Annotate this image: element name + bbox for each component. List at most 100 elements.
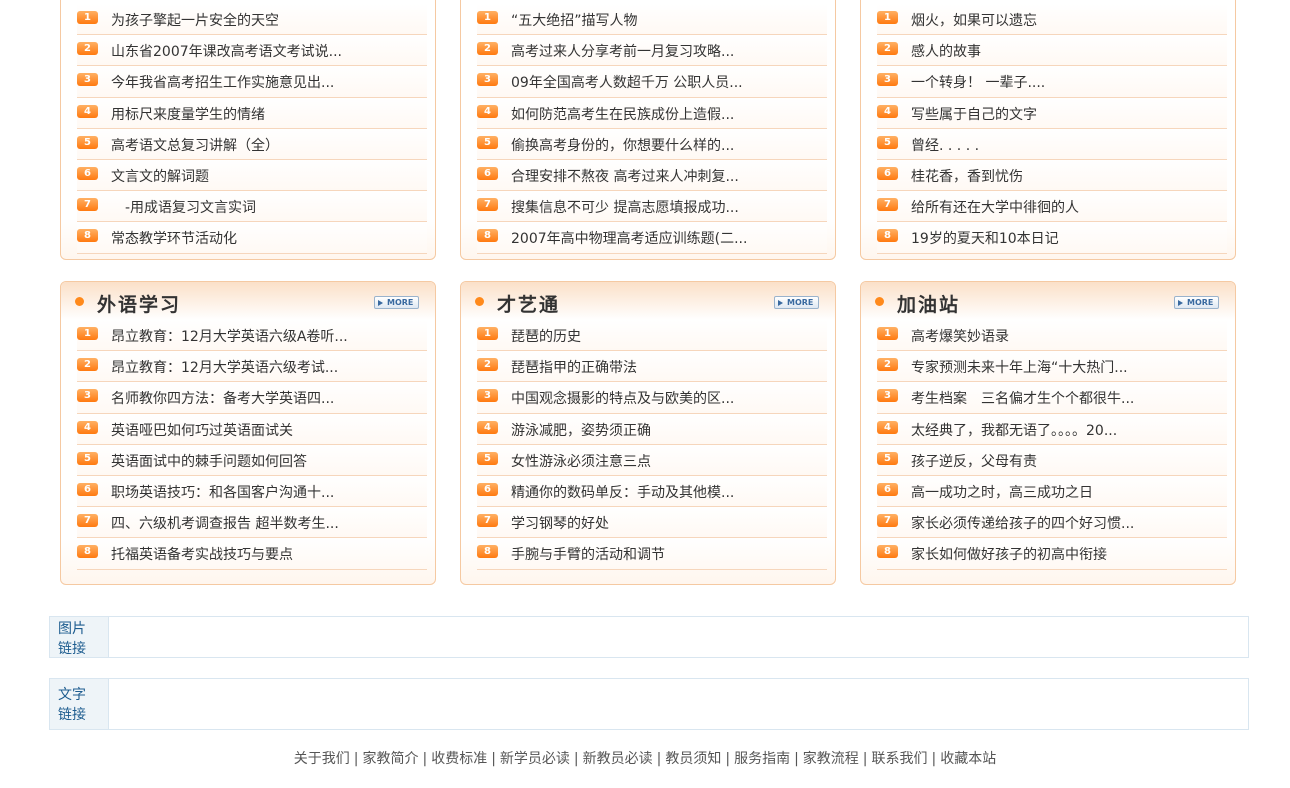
list-item[interactable]: 3 名师教你四方法：备考大学英语四... xyxy=(77,382,427,414)
article-link[interactable]: 游泳减肥，姿势须正确 xyxy=(511,420,651,440)
list-item[interactable]: 8 2007年高中物理高考适应训练题(二... xyxy=(477,222,827,254)
list-item[interactable]: 1 烟火，如果可以遗忘 xyxy=(877,4,1227,36)
list-item[interactable]: 6 精通你的数码单反：手动及其他模... xyxy=(477,475,827,508)
article-link[interactable]: 偷换高考身份的，你想要什么样的... xyxy=(511,135,734,155)
list-item[interactable]: 6 高一成功之时，高三成功之日 xyxy=(877,475,1227,508)
article-link[interactable]: 托福英语备考实战技巧与要点 xyxy=(111,544,293,564)
footer-link[interactable]: 家教简介 xyxy=(362,751,418,767)
list-item[interactable]: 7 家长必须传递给孩子的四个好习惯... xyxy=(877,507,1227,539)
article-link[interactable]: “五大绝招”描写人物 xyxy=(511,10,638,30)
list-item[interactable]: 2 昂立教育：12月大学英语六级考试... xyxy=(77,351,427,383)
article-link[interactable]: 四、六级机考调查报告 超半数考生... xyxy=(111,513,339,533)
article-link[interactable]: -用成语复习文言实词 xyxy=(111,197,256,217)
list-item[interactable]: 4 如何防范高考生在民族成份上造假... xyxy=(477,97,827,129)
article-link[interactable]: 家长如何做好孩子的初高中衔接 xyxy=(911,544,1107,564)
list-item[interactable]: 6 职场英语技巧：和各国客户沟通十... xyxy=(77,475,427,508)
list-item[interactable]: 7 搜集信息不可少 提高志愿填报成功... xyxy=(477,191,827,223)
list-item[interactable]: 3 09年全国高考人数超千万 公职人员... xyxy=(477,66,827,98)
list-item[interactable]: 1 琵琶的历史 xyxy=(477,320,827,352)
list-item[interactable]: 1 昂立教育：12月大学英语六级A卷听... xyxy=(77,320,427,352)
article-link[interactable]: 烟火，如果可以遗忘 xyxy=(911,10,1037,30)
list-item[interactable]: 8 家长如何做好孩子的初高中衔接 xyxy=(877,538,1227,570)
article-link[interactable]: 女性游泳必须注意三点 xyxy=(511,451,651,471)
article-link[interactable]: 英语哑巴如何巧过英语面试关 xyxy=(111,420,293,440)
article-link[interactable]: 专家预测未来十年上海“十大热门... xyxy=(911,357,1128,377)
list-item[interactable]: 6 桂花香，香到忧伤 xyxy=(877,159,1227,192)
list-item[interactable]: 2 琵琶指甲的正确带法 xyxy=(477,351,827,383)
article-link[interactable]: 学习钢琴的好处 xyxy=(511,513,609,533)
article-link[interactable]: 用标尺来度量学生的情绪 xyxy=(111,104,265,124)
list-item[interactable]: 4 游泳减肥，姿势须正确 xyxy=(477,413,827,445)
article-link[interactable]: 英语面试中的棘手问题如何回答 xyxy=(111,451,307,471)
footer-link[interactable]: 收藏本站 xyxy=(940,751,996,767)
article-link[interactable]: 中国观念摄影的特点及与欧美的区... xyxy=(511,388,734,408)
article-link[interactable]: 如何防范高考生在民族成份上造假... xyxy=(511,104,734,124)
article-link[interactable]: 今年我省高考招生工作实施意见出... xyxy=(111,72,334,92)
list-item[interactable]: 2 高考过来人分享考前一月复习攻略... xyxy=(477,35,827,67)
article-link[interactable]: 名师教你四方法：备考大学英语四... xyxy=(111,388,334,408)
article-link[interactable]: 桂花香，香到忧伤 xyxy=(911,166,1023,186)
list-item[interactable]: 1 “五大绝招”描写人物 xyxy=(477,4,827,36)
list-item[interactable]: 8 常态教学环节活动化 xyxy=(77,222,427,254)
footer-link[interactable]: 关于我们 xyxy=(294,751,350,767)
more-button[interactable]: MORE xyxy=(374,296,419,309)
list-item[interactable]: 5 孩子逆反，父母有责 xyxy=(877,444,1227,476)
list-item[interactable]: 3 今年我省高考招生工作实施意见出... xyxy=(77,66,427,98)
list-item[interactable]: 3 一个转身！ 一辈子.... xyxy=(877,66,1227,98)
list-item[interactable]: 5 高考语文总复习讲解（全） xyxy=(77,128,427,160)
article-link[interactable]: 为孩子擎起一片安全的天空 xyxy=(111,10,279,30)
article-link[interactable]: 手腕与手臂的活动和调节 xyxy=(511,544,665,564)
list-item[interactable]: 7 学习钢琴的好处 xyxy=(477,507,827,539)
footer-link[interactable]: 家教流程 xyxy=(803,751,859,767)
list-item[interactable]: 7 给所有还在大学中徘徊的人 xyxy=(877,191,1227,223)
article-link[interactable]: 常态教学环节活动化 xyxy=(111,228,237,248)
article-link[interactable]: 考生档案 三名偏才生个个都很牛... xyxy=(911,388,1134,408)
list-item[interactable]: 3 考生档案 三名偏才生个个都很牛... xyxy=(877,382,1227,414)
article-link[interactable]: 孩子逆反，父母有责 xyxy=(911,451,1037,471)
list-item[interactable]: 5 英语面试中的棘手问题如何回答 xyxy=(77,444,427,476)
article-link[interactable]: 精通你的数码单反：手动及其他模... xyxy=(511,482,734,502)
article-link[interactable]: 曾经. . . . . xyxy=(911,135,979,155)
footer-link[interactable]: 收费标准 xyxy=(431,751,487,767)
footer-link[interactable]: 新教员必读 xyxy=(583,751,653,767)
article-link[interactable]: 家长必须传递给孩子的四个好习惯... xyxy=(911,513,1134,533)
article-link[interactable]: 高考爆笑妙语录 xyxy=(911,326,1009,346)
article-link[interactable]: 太经典了，我都无语了。。。。20... xyxy=(911,420,1117,440)
article-link[interactable]: 高考过来人分享考前一月复习攻略... xyxy=(511,41,734,61)
article-link[interactable]: 高一成功之时，高三成功之日 xyxy=(911,482,1093,502)
list-item[interactable]: 6 文言文的解词题 xyxy=(77,159,427,192)
article-link[interactable]: 一个转身！ 一辈子.... xyxy=(911,72,1045,92)
list-item[interactable]: 4 英语哑巴如何巧过英语面试关 xyxy=(77,413,427,445)
list-item[interactable]: 8 托福英语备考实战技巧与要点 xyxy=(77,538,427,570)
list-item[interactable]: 5 偷换高考身份的，你想要什么样的... xyxy=(477,128,827,160)
article-link[interactable]: 昂立教育：12月大学英语六级A卷听... xyxy=(111,326,348,346)
list-item[interactable]: 7 -用成语复习文言实词 xyxy=(77,191,427,223)
list-item[interactable]: 6 合理安排不熬夜 高考过来人冲刺复... xyxy=(477,159,827,192)
article-link[interactable]: 职场英语技巧：和各国客户沟通十... xyxy=(111,482,334,502)
footer-link[interactable]: 服务指南 xyxy=(734,751,790,767)
list-item[interactable]: 2 感人的故事 xyxy=(877,35,1227,67)
list-item[interactable]: 5 女性游泳必须注意三点 xyxy=(477,444,827,476)
list-item[interactable]: 2 专家预测未来十年上海“十大热门... xyxy=(877,351,1227,383)
list-item[interactable]: 8 手腕与手臂的活动和调节 xyxy=(477,538,827,570)
more-button[interactable]: MORE xyxy=(1174,296,1219,309)
list-item[interactable]: 1 为孩子擎起一片安全的天空 xyxy=(77,4,427,36)
article-link[interactable]: 琵琶指甲的正确带法 xyxy=(511,357,637,377)
article-link[interactable]: 给所有还在大学中徘徊的人 xyxy=(911,197,1079,217)
footer-link[interactable]: 联系我们 xyxy=(872,751,928,767)
article-link[interactable]: 合理安排不熬夜 高考过来人冲刺复... xyxy=(511,166,739,186)
article-link[interactable]: 09年全国高考人数超千万 公职人员... xyxy=(511,72,743,92)
list-item[interactable]: 4 太经典了，我都无语了。。。。20... xyxy=(877,413,1227,445)
article-link[interactable]: 写些属于自己的文字 xyxy=(911,104,1037,124)
list-item[interactable]: 4 写些属于自己的文字 xyxy=(877,97,1227,129)
article-link[interactable]: 2007年高中物理高考适应训练题(二... xyxy=(511,228,747,248)
article-link[interactable]: 19岁的夏天和10本日记 xyxy=(911,228,1059,248)
footer-link[interactable]: 新学员必读 xyxy=(500,751,570,767)
article-link[interactable]: 高考语文总复习讲解（全） xyxy=(111,135,279,155)
article-link[interactable]: 琵琶的历史 xyxy=(511,326,581,346)
article-link[interactable]: 昂立教育：12月大学英语六级考试... xyxy=(111,357,338,377)
footer-link[interactable]: 教员须知 xyxy=(665,751,721,767)
list-item[interactable]: 3 中国观念摄影的特点及与欧美的区... xyxy=(477,382,827,414)
article-link[interactable]: 文言文的解词题 xyxy=(111,166,209,186)
list-item[interactable]: 5 曾经. . . . . xyxy=(877,128,1227,160)
